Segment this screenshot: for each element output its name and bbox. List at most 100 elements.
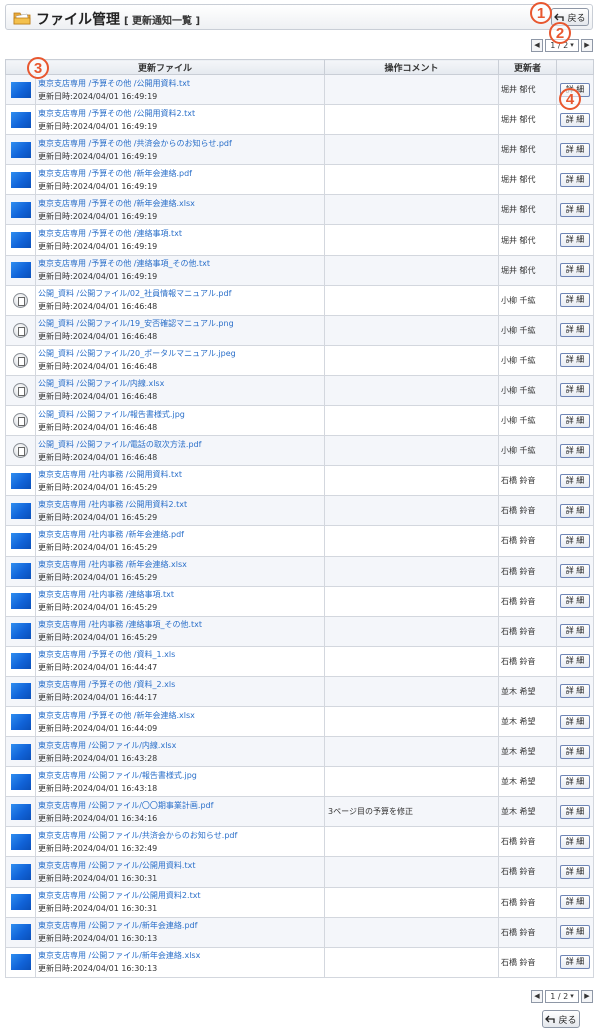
back-button-bottom[interactable]: 戻る: [542, 1010, 580, 1028]
file-link[interactable]: 東京支店専用 /予算その他 /連絡事項.txt: [38, 227, 324, 240]
row-action-cell: 詳 細: [556, 916, 595, 948]
detail-button[interactable]: 詳 細: [560, 714, 591, 729]
row-file-cell: 東京支店専用 /公開ファイル/内線.xlsx 更新日時:2024/04/01 16…: [34, 736, 326, 768]
detail-button[interactable]: 詳 細: [560, 413, 591, 428]
file-link[interactable]: 東京支店専用 /公開ファイル/報告書様式.jpg: [38, 769, 324, 782]
row-file-cell: 東京支店専用 /予算その他 /公開用資料.txt 更新日時:2024/04/01 …: [34, 73, 326, 106]
file-updated-at: 更新日時:2024/04/01 16:30:13: [38, 964, 158, 974]
detail-button[interactable]: 詳 細: [560, 834, 591, 849]
table-row: 東京支店専用 /社内事務 /公開用資料2.txt 更新日時:2024/04/01 …: [5, 495, 595, 527]
detail-button[interactable]: 詳 細: [560, 895, 591, 910]
file-link[interactable]: 東京支店専用 /予算その他 /資料_2.xls: [38, 678, 324, 691]
detail-button[interactable]: 詳 細: [560, 624, 591, 639]
page-select-bottom[interactable]: 1 / 2 ▾: [545, 989, 579, 1003]
detail-button[interactable]: 詳 細: [560, 533, 591, 548]
detail-button[interactable]: 詳 細: [560, 353, 591, 368]
file-link[interactable]: 公開_資料 /公開ファイル/電話の取次方法.pdf: [38, 438, 324, 451]
row-action-cell: 詳 細: [556, 284, 595, 316]
detail-button[interactable]: 詳 細: [560, 142, 591, 157]
prev-page-button-bottom[interactable]: ◀: [531, 989, 543, 1003]
detail-button[interactable]: 詳 細: [560, 323, 591, 338]
page-select-value: 1 / 2: [550, 991, 569, 1001]
folder-file-icon: [10, 773, 31, 790]
row-icon-cell: [5, 254, 36, 286]
detail-button[interactable]: 詳 細: [560, 172, 591, 187]
file-link[interactable]: 公開_資料 /公開ファイル/報告書様式.jpg: [38, 408, 324, 421]
detail-button[interactable]: 詳 細: [560, 443, 591, 458]
detail-button[interactable]: 詳 細: [560, 925, 591, 940]
detail-button[interactable]: 詳 細: [560, 383, 591, 398]
detail-button[interactable]: 詳 細: [560, 955, 591, 970]
detail-button[interactable]: 詳 細: [560, 684, 591, 699]
file-link[interactable]: 東京支店専用 /社内事務 /公開用資料.txt: [38, 468, 324, 481]
public-document-icon: [13, 443, 28, 459]
file-link[interactable]: 東京支店専用 /公開ファイル/公開用資料.txt: [38, 859, 324, 872]
row-comment: [324, 164, 500, 196]
file-link[interactable]: 東京支店専用 /社内事務 /新年会連絡.pdf: [38, 528, 324, 541]
row-file-cell: 東京支店専用 /社内事務 /連絡事項_その他.txt 更新日時:2024/04/0…: [34, 615, 326, 647]
file-link[interactable]: 公開_資料 /公開ファイル/内線.xlsx: [38, 377, 324, 390]
table-row: 東京支店専用 /予算その他 /共済会からのお知らせ.pdf 更新日時:2024/0…: [5, 134, 595, 166]
row-comment: [324, 675, 500, 707]
detail-button[interactable]: 詳 細: [560, 503, 591, 518]
file-link[interactable]: 東京支店専用 /予算その他 /新年会連絡.xlsx: [38, 197, 324, 210]
file-link[interactable]: 東京支店専用 /社内事務 /新年会連絡.xlsx: [38, 558, 324, 571]
public-document-icon: [13, 382, 28, 398]
file-link[interactable]: 東京支店専用 /公開ファイル/〇〇期事業計画.pdf: [38, 799, 324, 812]
row-comment: [324, 73, 500, 106]
file-updated-at: 更新日時:2024/04/01 16:46:48: [38, 422, 158, 432]
row-updated-by: 並木 希望: [498, 705, 558, 738]
detail-button[interactable]: 詳 細: [560, 804, 591, 819]
file-updated-at: 更新日時:2024/04/01 16:49:19: [38, 211, 158, 221]
file-link[interactable]: 東京支店専用 /社内事務 /連絡事項_その他.txt: [38, 618, 324, 631]
file-link[interactable]: 東京支店専用 /公開ファイル/新年会連絡.pdf: [38, 919, 324, 932]
row-action-cell: 詳 細: [556, 796, 595, 828]
file-link[interactable]: 東京支店専用 /公開ファイル/内線.xlsx: [38, 739, 324, 752]
page-title: ファイル管理 [ 更新通知一覧 ]: [36, 9, 200, 29]
file-link[interactable]: 東京支店専用 /予算その他 /資料_1.xls: [38, 648, 324, 661]
table-row: 公開_資料 /公開ファイル/20_ポータルマニュアル.jpeg 更新日時:2024…: [5, 344, 595, 376]
detail-button[interactable]: 詳 細: [560, 564, 591, 579]
detail-button[interactable]: 詳 細: [560, 594, 591, 609]
file-link[interactable]: 公開_資料 /公開ファイル/02_社員情報マニュアル.pdf: [38, 287, 324, 300]
detail-button[interactable]: 詳 細: [560, 202, 591, 217]
table-row: 東京支店専用 /社内事務 /新年会連絡.pdf 更新日時:2024/04/01 1…: [5, 525, 595, 557]
file-link[interactable]: 東京支店専用 /予算その他 /公開用資料2.txt: [38, 107, 324, 120]
next-arrow-icon: ▶: [584, 992, 590, 1000]
detail-button[interactable]: 詳 細: [560, 864, 591, 879]
detail-button[interactable]: 詳 細: [560, 293, 591, 308]
next-page-button-bottom[interactable]: ▶: [581, 989, 593, 1003]
file-link[interactable]: 東京支店専用 /社内事務 /公開用資料2.txt: [38, 498, 324, 511]
row-comment: [324, 435, 500, 467]
table-row: 東京支店専用 /公開ファイル/共済会からのお知らせ.pdf 更新日時:2024/0…: [5, 826, 595, 858]
file-link[interactable]: 東京支店専用 /予算その他 /共済会からのお知らせ.pdf: [38, 137, 324, 150]
row-comment: [324, 134, 500, 166]
row-comment: [324, 374, 500, 407]
back-arrow-icon: [545, 1015, 556, 1023]
detail-button[interactable]: 詳 細: [560, 473, 591, 488]
detail-button[interactable]: 詳 細: [560, 774, 591, 789]
detail-button[interactable]: 詳 細: [560, 263, 591, 278]
file-link[interactable]: 東京支店専用 /予算その他 /連絡事項_その他.txt: [38, 257, 324, 270]
file-link[interactable]: 東京支店専用 /予算その他 /公開用資料.txt: [38, 77, 324, 90]
detail-button[interactable]: 詳 細: [560, 654, 591, 669]
file-updated-at: 更新日時:2024/04/01 16:45:29: [38, 542, 158, 552]
file-link[interactable]: 東京支店専用 /社内事務 /連絡事項.txt: [38, 588, 324, 601]
file-link[interactable]: 東京支店専用 /予算その他 /新年会連絡.xlsx: [38, 709, 324, 722]
detail-button[interactable]: 詳 細: [560, 744, 591, 759]
row-comment: [324, 585, 500, 617]
file-link[interactable]: 東京支店専用 /予算その他 /新年会連絡.pdf: [38, 167, 324, 180]
row-comment: 3ページ目の予算を修正: [324, 796, 500, 828]
detail-button[interactable]: 詳 細: [560, 112, 591, 127]
file-link[interactable]: 東京支店専用 /公開ファイル/公開用資料2.txt: [38, 889, 324, 902]
row-comment: [324, 224, 500, 256]
file-link[interactable]: 東京支店専用 /公開ファイル/共済会からのお知らせ.pdf: [38, 829, 324, 842]
file-link[interactable]: 公開_資料 /公開ファイル/19_安否確認マニュアル.png: [38, 317, 324, 330]
prev-page-button[interactable]: ◀: [531, 38, 543, 52]
next-page-button[interactable]: ▶: [581, 38, 593, 52]
file-updated-at: 更新日時:2024/04/01 16:34:16: [38, 813, 158, 823]
file-link[interactable]: 東京支店専用 /公開ファイル/新年会連絡.xlsx: [38, 949, 324, 962]
detail-button[interactable]: 詳 細: [560, 233, 591, 248]
row-file-cell: 東京支店専用 /予算その他 /共済会からのお知らせ.pdf 更新日時:2024/0…: [34, 134, 326, 166]
file-link[interactable]: 公開_資料 /公開ファイル/20_ポータルマニュアル.jpeg: [38, 347, 324, 360]
